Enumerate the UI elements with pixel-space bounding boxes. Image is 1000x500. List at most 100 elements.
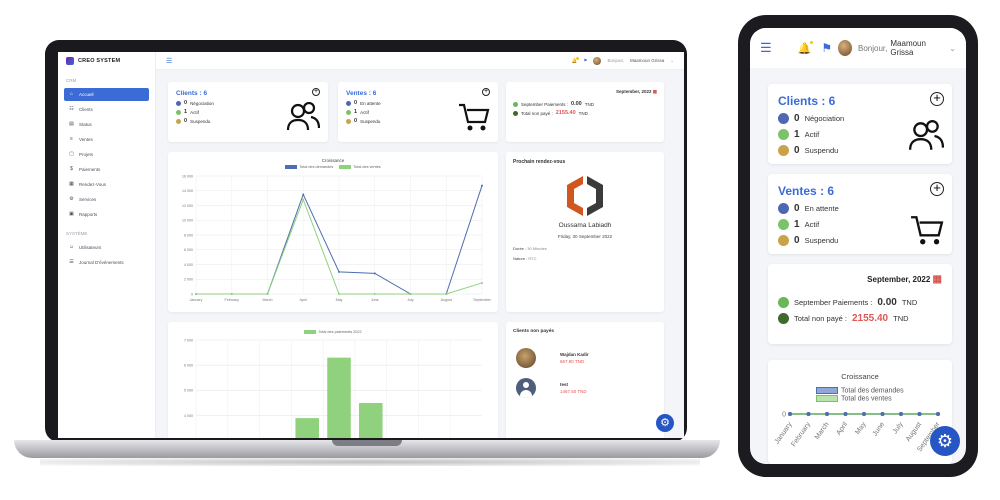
x-tick-label: March: [814, 421, 831, 441]
unpaid-item[interactable]: Wajdan Kadir 667.90 TND: [516, 348, 589, 368]
brand[interactable]: CREO SYSTEM: [58, 52, 155, 70]
chevron-down-icon[interactable]: ⌄: [670, 58, 674, 64]
brand-name: CREO SYSTEM: [78, 58, 121, 64]
x-tick-label: July: [892, 421, 905, 436]
y-tick-label: 6 000: [184, 248, 193, 252]
payments-chart-card: Total des paiements 2022 2 0003 0004 000…: [168, 322, 498, 438]
unpaid-currency: TND: [893, 314, 909, 323]
menu-icon[interactable]: ☰: [760, 40, 772, 56]
calendar-icon[interactable]: ▦: [933, 274, 942, 285]
mobile-topbar: ☰ 🔔 ⚑ Bonjour, Maamoun Grissa ⌄: [750, 28, 966, 68]
legend-demandes: Total des demandes: [299, 165, 334, 169]
data-point: [230, 293, 233, 295]
flag-icon[interactable]: ⚑: [583, 58, 587, 64]
data-point: [843, 412, 848, 416]
status-dot-icon: [176, 100, 181, 106]
avatar[interactable]: [593, 56, 602, 65]
unpaid-money-icon: [778, 313, 789, 324]
stat-count: 0: [794, 203, 800, 214]
paid-value: 0.00: [877, 297, 897, 308]
bar: [327, 357, 351, 438]
brand-logo-icon: [66, 57, 74, 65]
menu-icon[interactable]: ☰: [166, 57, 172, 65]
rdv-kind-label: Nature :: [513, 256, 528, 261]
payments-month: September, 2022: [615, 89, 652, 94]
chevron-down-icon[interactable]: ⌄: [949, 44, 956, 53]
bell-icon[interactable]: 🔔: [798, 40, 814, 55]
sidebar-item-clients[interactable]: ☷ Clients: [64, 103, 149, 116]
x-tick-label: August: [441, 298, 452, 302]
unpaid-client-amount: 667.90 TND: [560, 359, 585, 364]
greeting: Bonjour,: [607, 58, 624, 63]
bar-legend-label: Total des paiements 2022: [318, 330, 362, 334]
unpaid-client-name: test: [560, 382, 569, 387]
add-client-button[interactable]: +: [312, 88, 320, 96]
data-point: [266, 293, 269, 295]
stat-label: Suspendu: [360, 118, 381, 124]
stat-count: 0: [184, 118, 188, 124]
cart-icon: [459, 103, 490, 131]
stat-count: 0: [794, 113, 800, 124]
data-point: [409, 293, 412, 295]
sidebar-item-projets[interactable]: ▢ Projets: [64, 148, 149, 161]
unpaid-client-name: Wajdan Kadir: [560, 352, 589, 357]
unpaid-item[interactable]: test 1487.50 TND: [516, 378, 587, 398]
clients-title: Clients : 6: [778, 94, 836, 108]
folder-icon: ▢: [69, 151, 74, 157]
stat-count: 0: [354, 100, 358, 106]
chart-legend: Total des demandes Total des ventes: [174, 165, 492, 169]
sidebar-item-accueil[interactable]: ⌂ Accueil: [64, 88, 149, 101]
avatar: [516, 348, 536, 368]
add-sale-button[interactable]: +: [482, 88, 490, 96]
stat-label: Négociation: [804, 114, 845, 123]
money-icon: [513, 101, 518, 107]
sidebar-item-ventes[interactable]: ≡ Ventes: [64, 133, 149, 146]
paid-currency: TND: [584, 101, 594, 107]
sidebar-item-services[interactable]: ⚙ Services: [64, 193, 149, 206]
calendar-icon[interactable]: ▦: [653, 89, 657, 94]
x-tick-label: May: [854, 421, 868, 436]
avatar[interactable]: [838, 40, 853, 56]
data-point: [936, 412, 940, 416]
y-tick-label: 0: [782, 412, 786, 419]
sidebar-item-rapports[interactable]: ▣ Rapports: [64, 208, 149, 221]
x-tick-label: September: [473, 298, 491, 302]
log-icon: ☰: [69, 259, 74, 265]
unpaid-label: Total non payé :: [521, 110, 553, 116]
sidebar-item-rendez-vous[interactable]: ▦ Rendez-Vous: [64, 178, 149, 191]
sidebar: CREO SYSTEM CRM ⌂ Accueil ☷ Clients ▤ Status ≡…: [58, 52, 156, 438]
paid-value: 0.00: [571, 101, 582, 107]
sidebar-item-status[interactable]: ▤ Status: [64, 118, 149, 131]
sidebar-item-label: Journal D'évènements: [79, 260, 124, 265]
data-point: [862, 412, 866, 416]
add-sale-button[interactable]: +: [930, 181, 944, 196]
payments-month: September, 2022: [867, 275, 931, 284]
sidebar-item-paiements[interactable]: $ Paiements: [64, 163, 149, 176]
x-tick-label: July: [407, 298, 414, 302]
rdv-kind-value: RTC: [528, 256, 537, 261]
settings-button[interactable]: ⚙: [930, 426, 960, 456]
sidebar-item-journal-d-v-nements[interactable]: ☰ Journal D'évènements: [64, 256, 149, 269]
sidebar-item-label: Status: [79, 122, 92, 127]
sidebar-item-label: Clients: [79, 107, 93, 112]
gear-icon: ⚙: [660, 417, 670, 429]
greeting: Bonjour,: [858, 43, 888, 53]
stat-label: En attente: [804, 204, 839, 213]
stat-count: 0: [794, 145, 800, 156]
ventes-title: Ventes : 6: [778, 184, 835, 198]
data-point: [788, 412, 792, 416]
settings-button[interactable]: ⚙: [656, 414, 674, 432]
add-client-button[interactable]: +: [930, 91, 944, 106]
unpaid-currency: TND: [578, 110, 588, 116]
stat-label: Négociation: [190, 100, 214, 106]
stat-label: Suspendu: [804, 236, 839, 245]
y-tick-label: 0: [191, 292, 193, 296]
x-tick-label: April: [300, 298, 307, 302]
sidebar-item-utilisateurs[interactable]: ☺ Utilisateurs: [64, 241, 149, 254]
bell-icon[interactable]: 🔔: [572, 56, 579, 64]
stat-count: 1: [354, 109, 358, 115]
flag-icon[interactable]: ⚑: [821, 41, 832, 55]
stat-label: Suspendu: [190, 118, 211, 124]
croissance-mobile-chart: 0JanuaryFebruary March April May June July Aug…: [774, 412, 942, 454]
user-name: Maamoun Grissa: [629, 58, 665, 63]
